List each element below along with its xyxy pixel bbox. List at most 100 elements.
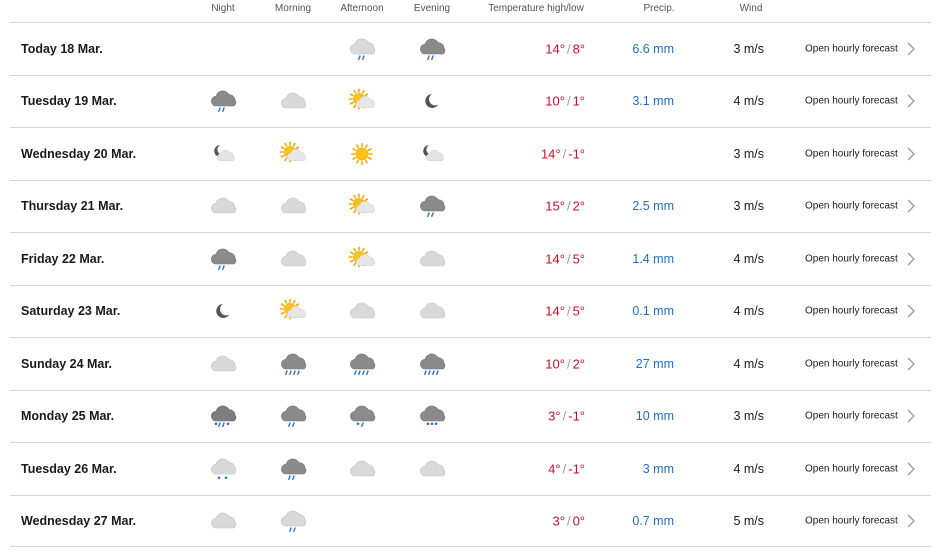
forecast-row[interactable]: Wednesday 27 Mar. 3°/0° 0.7 mm 5 m/s Open ho… (10, 494, 931, 547)
partly-sunny-icon (348, 246, 375, 268)
forecast-row[interactable]: Monday 25 Mar. 3° / -1° 10 mm 3 m/s Open hourl… (10, 389, 931, 443)
open-hourly-forecast-link[interactable]: Open hourly forecast (805, 148, 898, 159)
day-label: Thursday 21 Mar. (21, 199, 124, 214)
chevron-right-icon[interactable] (906, 252, 916, 266)
temperature-high-low: 14°/8° (545, 41, 585, 57)
morning-weather-icon (279, 351, 307, 377)
precipitation: 27 mm (635, 356, 674, 371)
partly-sunny-icon (348, 88, 375, 110)
cloud-light-rain-icon (350, 38, 376, 60)
evening-weather-icon (418, 298, 446, 324)
chevron-right-icon[interactable] (906, 199, 916, 213)
night-weather-icon (209, 351, 237, 377)
temperature-low: 2° (572, 198, 585, 214)
temperature-low: 5° (572, 251, 585, 267)
moon-cloud-icon (423, 144, 444, 161)
forecast-row[interactable]: Thursday 21 Mar. 15°/2° 2.5 mm 3 m/s Open ho… (10, 179, 931, 233)
cloud-snow-icon (420, 405, 446, 426)
temperature-high: 14° (545, 41, 565, 57)
cloud-rain-icon (420, 195, 446, 218)
partly-sunny-icon (279, 298, 306, 320)
temperature-high-low: 10°/1° (545, 93, 585, 109)
cloud-icon (420, 250, 446, 267)
chevron-right-icon[interactable] (906, 409, 916, 423)
evening-weather-icon (418, 351, 446, 377)
temperature-low: 2° (572, 356, 585, 372)
day-label: Sunday 24 Mar. (21, 356, 113, 371)
wind-speed: 3 m/s (733, 41, 764, 56)
forecast-row[interactable]: Today 18 Mar. 14°/8° 6.6 mm 3 m/s Open hourl… (10, 22, 931, 75)
night-weather-icon (209, 246, 237, 272)
forecast-row[interactable]: Tuesday 26 Mar. 4° / -1° 3 mm 4 m/s Open hourl… (10, 442, 931, 495)
day-label: Saturday 23 Mar. (21, 304, 121, 319)
open-hourly-forecast-link[interactable]: Open hourly forecast (805, 306, 898, 317)
cloud-heavy-rain-icon (350, 353, 376, 375)
chevron-right-icon[interactable] (906, 514, 916, 528)
precipitation: 10 mm (635, 409, 674, 424)
temperature-high: 14° (545, 303, 565, 319)
forecast-row[interactable]: Sunday 24 Mar. 10°/2° 27 mm 4 m/s Open hourl… (10, 337, 931, 390)
header-morning: Morning (274, 3, 312, 14)
afternoon-weather-icon (348, 246, 376, 272)
open-hourly-forecast-link[interactable]: Open hourly forecast (805, 411, 898, 422)
morning-weather-icon (279, 508, 307, 534)
chevron-right-icon[interactable] (906, 147, 916, 161)
open-hourly-forecast-link[interactable]: Open hourly forecast (805, 463, 898, 474)
temperature-low: 1° (572, 93, 585, 109)
forecast-row[interactable]: Wednesday 20 Mar. 14° / -1° 3 m/s Open hourly… (10, 127, 931, 180)
day-label: Tuesday 19 Mar. (21, 94, 117, 109)
cloud-rain-icon (281, 405, 307, 428)
forecast-row[interactable]: Saturday 23 Mar. 14°/5° 0.1 mm 4 m/s Open ho… (10, 284, 931, 338)
afternoon-weather-icon (348, 508, 376, 534)
temperature-high-low: 3°/0° (552, 513, 586, 529)
open-hourly-forecast-link[interactable]: Open hourly forecast (805, 201, 898, 212)
wind-speed: 4 m/s (733, 304, 764, 319)
cloud-icon (211, 512, 237, 529)
chevron-right-icon[interactable] (906, 42, 916, 56)
chevron-right-icon[interactable] (906, 304, 916, 318)
temperature-high-low: 3° / -1° (548, 408, 585, 424)
evening-weather-icon (418, 36, 446, 62)
morning-weather-icon (279, 141, 307, 167)
open-hourly-forecast-link[interactable]: Open hourly forecast (805, 253, 898, 264)
open-hourly-forecast-link[interactable]: Open hourly forecast (805, 515, 898, 526)
wind-speed: 4 m/s (733, 251, 764, 266)
precipitation: 0.7 mm (632, 513, 674, 528)
afternoon-weather-icon (348, 351, 376, 377)
chevron-right-icon[interactable] (906, 462, 916, 476)
temperature-high-low: 14° / -1° (540, 146, 585, 162)
moon-icon (425, 94, 439, 109)
temperature-high: 10° (545, 356, 565, 372)
cloud-rain-icon (211, 90, 237, 113)
forecast-row[interactable]: Friday 22 Mar. 14°/5° 1.4 mm 4 m/s Open hour… (10, 232, 931, 285)
open-hourly-forecast-link[interactable]: Open hourly forecast (805, 43, 898, 54)
header-night: Night (211, 3, 235, 14)
cloud-sleet-heavy-icon (211, 405, 237, 428)
header-evening: Evening (413, 3, 451, 14)
chevron-right-icon[interactable] (906, 357, 916, 371)
open-hourly-forecast-link[interactable]: Open hourly forecast (805, 358, 898, 369)
chevron-right-icon[interactable] (906, 94, 916, 108)
moon-cloud-icon (214, 144, 235, 161)
cloud-rain-icon (211, 248, 237, 270)
temperature-high-low: 15°/2° (545, 198, 585, 214)
afternoon-weather-icon (348, 88, 376, 114)
forecast-row[interactable]: Tuesday 19 Mar. 10°/1° 3.1 mm 4 m/s Open hou… (10, 74, 931, 128)
morning-weather-icon (279, 88, 307, 114)
temperature-low: -1° (568, 461, 585, 477)
temperature-high-low: 14°/5° (545, 303, 585, 319)
temperature-high: 3° (552, 513, 565, 529)
evening-weather-icon (418, 141, 446, 167)
night-weather-icon (209, 193, 237, 219)
cloud-icon (350, 302, 376, 319)
day-label: Friday 22 Mar. (21, 251, 105, 266)
cloud-rain-icon (281, 458, 307, 480)
evening-weather-icon (418, 508, 446, 534)
night-weather-icon (209, 298, 237, 324)
cloud-icon (420, 460, 446, 477)
evening-weather-icon (418, 403, 446, 429)
open-hourly-forecast-link[interactable]: Open hourly forecast (805, 96, 898, 107)
header-afternoon: Afternoon (340, 3, 384, 14)
night-weather-icon (209, 88, 237, 114)
wind-speed: 5 m/s (733, 513, 764, 528)
